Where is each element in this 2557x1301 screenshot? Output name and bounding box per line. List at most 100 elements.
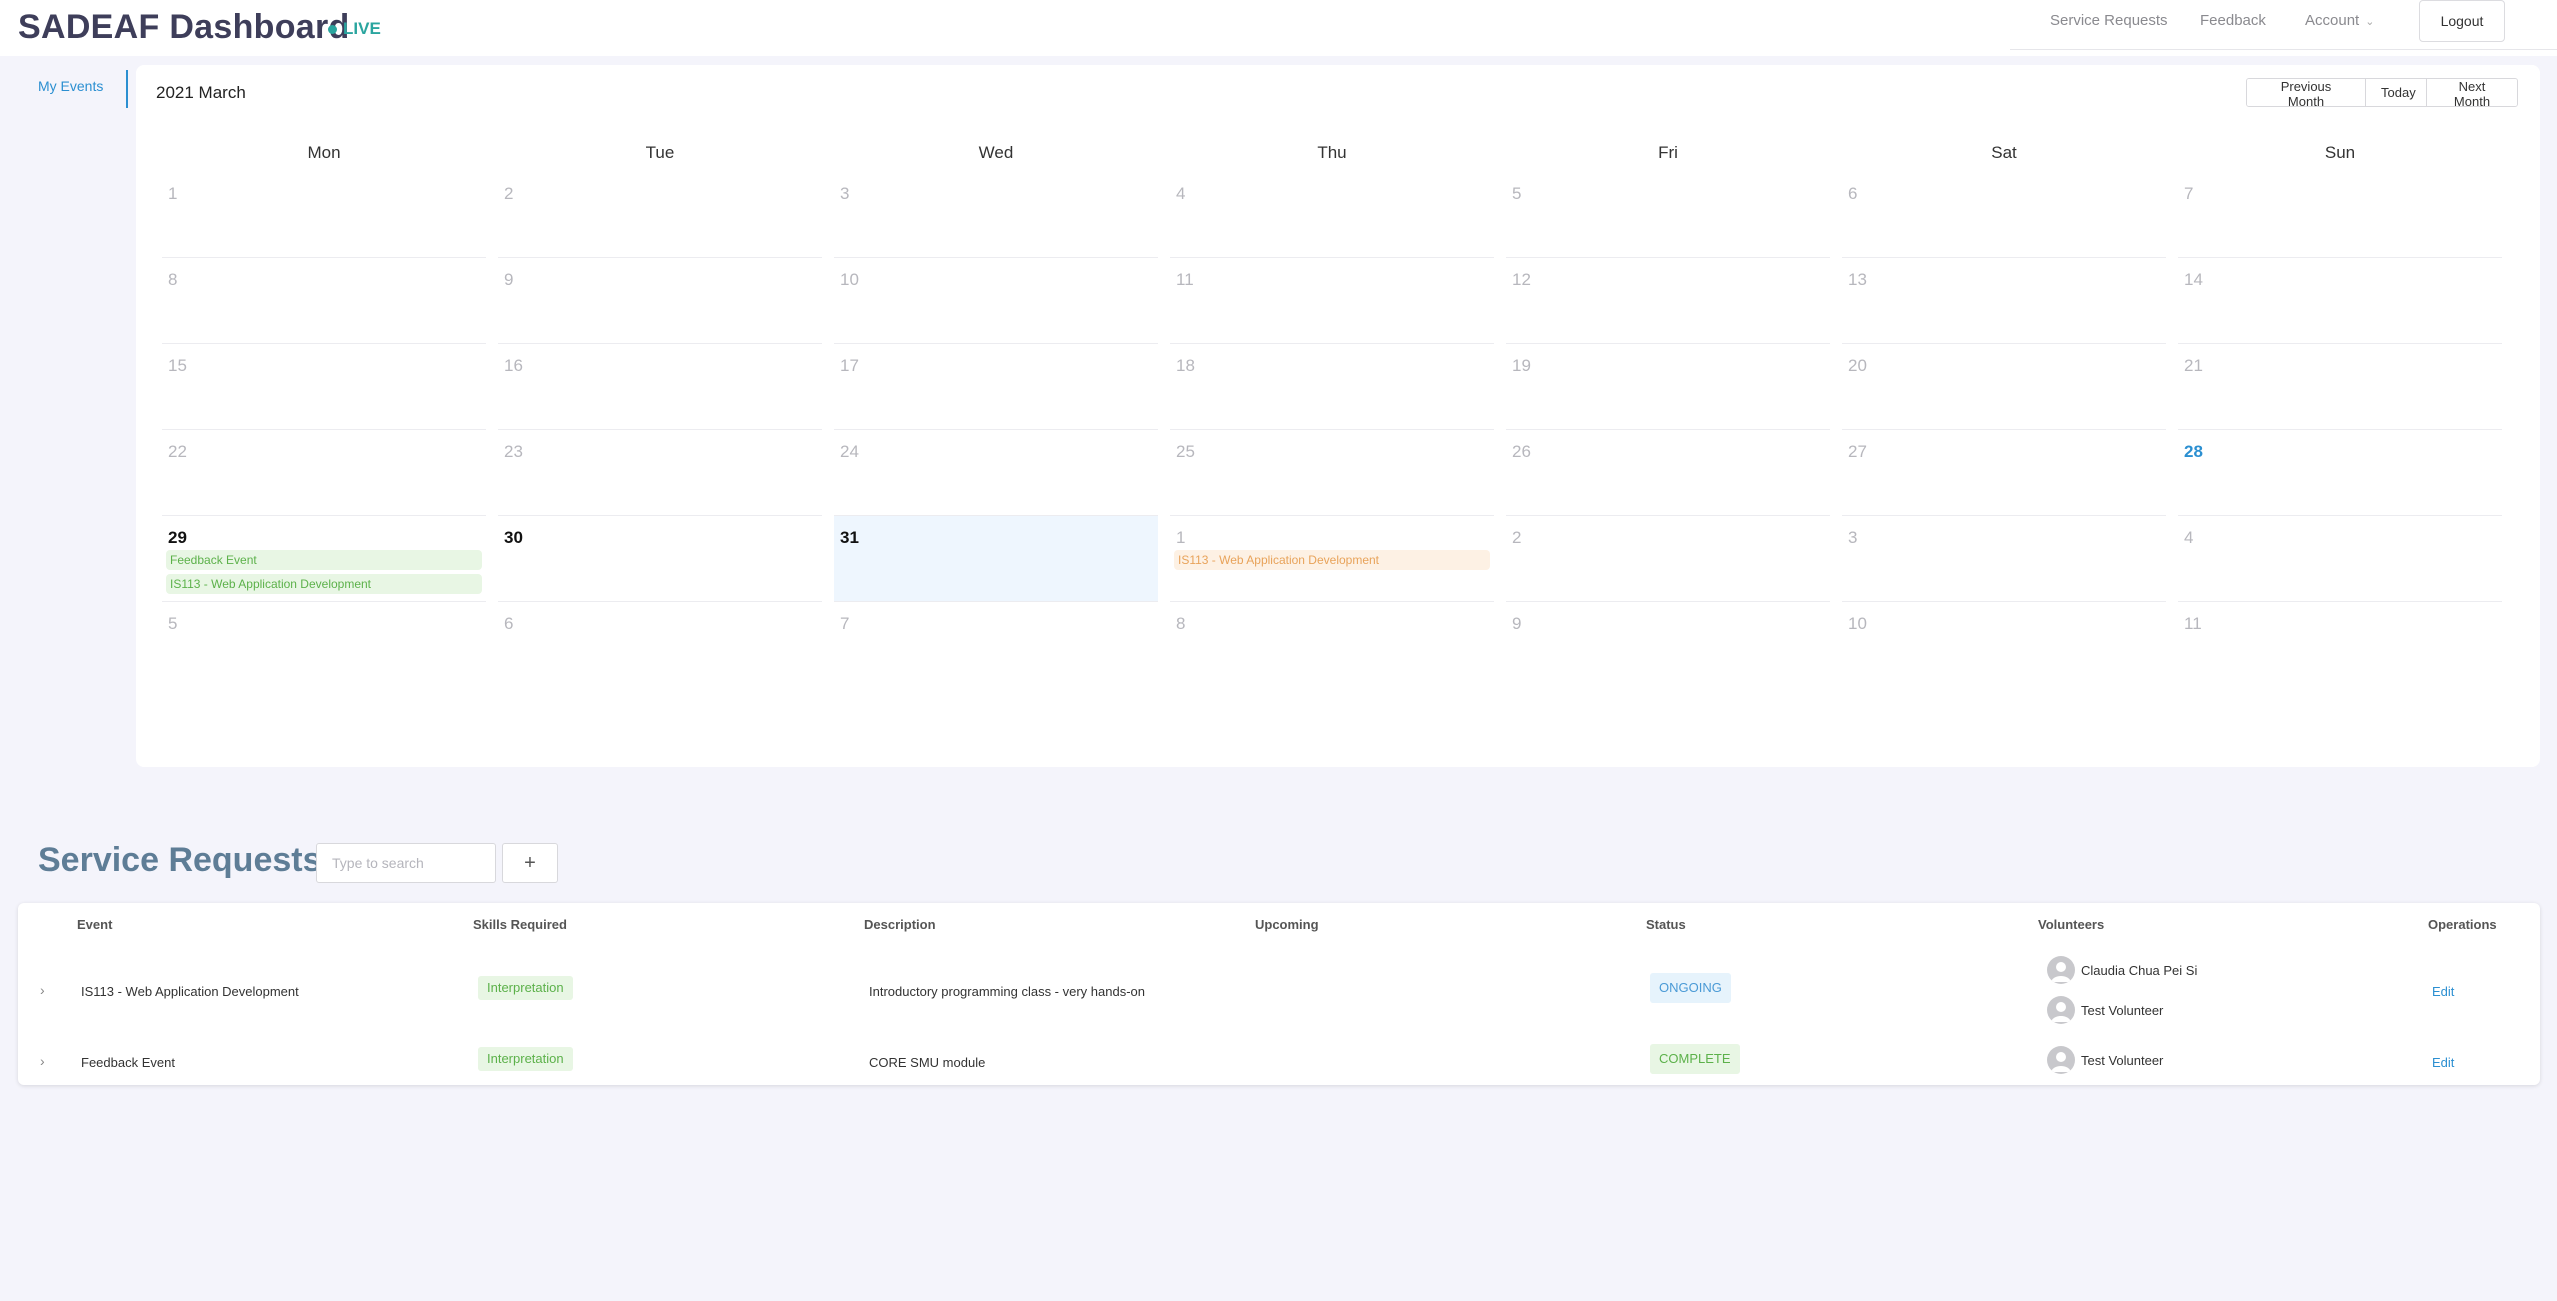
day-number: 5: [168, 614, 178, 633]
chevron-right-icon[interactable]: ›: [40, 982, 45, 998]
calendar-day-cell-today[interactable]: 28: [2172, 430, 2508, 516]
edit-link[interactable]: Edit: [2432, 1055, 2454, 1070]
weekday-thu: Thu: [1317, 143, 1347, 162]
calendar-day-cell[interactable]: 26: [1500, 430, 1836, 516]
nav-account[interactable]: Account ⌄: [2305, 12, 2374, 29]
logout-button[interactable]: Logout: [2419, 0, 2505, 42]
calendar-event[interactable]: IS113 - Web Application Development: [1174, 550, 1490, 570]
weekday-mon: Mon: [307, 143, 341, 162]
calendar-day-cell[interactable]: 3: [1836, 516, 2172, 602]
status-badge: ONGOING: [1650, 973, 1731, 1003]
calendar-day-cell[interactable]: 8: [156, 258, 492, 344]
calendar-day-cell[interactable]: 12: [1500, 258, 1836, 344]
chevron-right-icon[interactable]: ›: [40, 1053, 45, 1069]
nav-service-requests[interactable]: Service Requests: [2050, 12, 2168, 29]
volunteer-name: Test Volunteer: [2081, 1052, 2164, 1068]
calendar-title: 2021 March: [156, 83, 246, 102]
day-number: 31: [840, 528, 859, 547]
calendar-day-cell[interactable]: 22: [156, 430, 492, 516]
calendar-day-cell[interactable]: 1 IS113 - Web Application Development: [1164, 516, 1500, 602]
calendar-day-cell[interactable]: 27: [1836, 430, 2172, 516]
calendar-day-cell[interactable]: 11: [2172, 602, 2508, 688]
calendar-day-cell[interactable]: 5: [156, 602, 492, 688]
day-number: 4: [1176, 184, 1186, 203]
calendar-day-cell[interactable]: 3: [828, 172, 1164, 258]
calendar-day-cell[interactable]: 30: [492, 516, 828, 602]
calendar-day-cell[interactable]: 4: [1164, 172, 1500, 258]
column-header-operations: Operations: [2428, 917, 2497, 932]
calendar-day-cell[interactable]: 20: [1836, 344, 2172, 430]
row-event-name: IS113 - Web Application Development: [81, 984, 299, 999]
calendar-day-cell[interactable]: 21: [2172, 344, 2508, 430]
calendar-day-cell[interactable]: 5: [1500, 172, 1836, 258]
status-badge: COMPLETE: [1650, 1044, 1740, 1074]
day-number: 8: [168, 270, 178, 289]
calendar-week: 15 16 17 18 19 20 21: [156, 344, 2509, 430]
volunteer-entry: Test Volunteer: [2047, 1046, 2163, 1074]
calendar-day-cell[interactable]: 17: [828, 344, 1164, 430]
calendar-day-cell[interactable]: 11: [1164, 258, 1500, 344]
calendar-day-cell[interactable]: 2: [1500, 516, 1836, 602]
calendar-day-cell[interactable]: 7: [828, 602, 1164, 688]
day-number: 1: [168, 184, 178, 203]
tab-my-events[interactable]: My Events: [24, 70, 128, 108]
calendar-day-cell[interactable]: 7: [2172, 172, 2508, 258]
day-number: 7: [840, 614, 850, 633]
day-number: 20: [1848, 356, 1867, 375]
day-number: 15: [168, 356, 187, 375]
calendar-event[interactable]: Feedback Event: [166, 550, 482, 570]
previous-month-button[interactable]: Previous Month: [2247, 79, 2366, 106]
next-month-button[interactable]: Next Month: [2427, 79, 2517, 106]
skill-tag: Interpretation: [478, 1047, 573, 1071]
weekday-sat: Sat: [1991, 143, 2017, 162]
today-button[interactable]: Today: [2366, 79, 2427, 106]
calendar-day-cell[interactable]: 8: [1164, 602, 1500, 688]
calendar-day-cell[interactable]: 24: [828, 430, 1164, 516]
calendar-day-cell[interactable]: 6: [492, 602, 828, 688]
nav-feedback[interactable]: Feedback: [2200, 12, 2266, 29]
calendar-day-cell-selected[interactable]: 31: [828, 516, 1164, 602]
row-event-name: Feedback Event: [81, 1055, 175, 1070]
calendar-day-cell[interactable]: 13: [1836, 258, 2172, 344]
calendar-day-cell[interactable]: 15: [156, 344, 492, 430]
volunteer-name: Test Volunteer: [2081, 1002, 2164, 1018]
calendar-day-cell[interactable]: 9: [492, 258, 828, 344]
calendar-day-cell[interactable]: 29 Feedback Event IS113 - Web Applicatio…: [156, 516, 492, 602]
day-number: 12: [1512, 270, 1531, 289]
calendar-day-cell[interactable]: 2: [492, 172, 828, 258]
calendar-day-cell[interactable]: 9: [1500, 602, 1836, 688]
chevron-down-icon: ⌄: [2365, 16, 2375, 28]
calendar-day-cell[interactable]: 1: [156, 172, 492, 258]
edit-link[interactable]: Edit: [2432, 984, 2454, 999]
day-number: 10: [1848, 614, 1867, 633]
calendar-day-cell[interactable]: 10: [1836, 602, 2172, 688]
avatar: [2047, 996, 2075, 1024]
day-number: 3: [1848, 528, 1858, 547]
calendar-grid: 1 2 3 4 5 6 7 8 9 10 11 12 13 14 15 16 1…: [156, 172, 2509, 688]
column-header-description: Description: [864, 917, 936, 932]
calendar-event[interactable]: IS113 - Web Application Development: [166, 574, 482, 594]
weekday-tue: Tue: [645, 143, 675, 162]
calendar-day-cell[interactable]: 25: [1164, 430, 1500, 516]
service-requests-table: Event Skills Required Description Upcomi…: [18, 903, 2540, 1085]
day-number: 1: [1176, 528, 1186, 547]
add-request-button[interactable]: +: [502, 843, 558, 883]
calendar-day-cell[interactable]: 18: [1164, 344, 1500, 430]
row-description: Introductory programming class - very ha…: [869, 984, 1146, 999]
calendar-day-cell[interactable]: 16: [492, 344, 828, 430]
calendar-day-cell[interactable]: 10: [828, 258, 1164, 344]
calendar-week: 1 2 3 4 5 6 7: [156, 172, 2509, 258]
calendar-day-cell[interactable]: 6: [1836, 172, 2172, 258]
day-number: 7: [2184, 184, 2194, 203]
search-input[interactable]: [316, 843, 496, 883]
day-number: 11: [1176, 270, 1194, 289]
calendar-card: 2021 March Previous Month Today Next Mon…: [136, 65, 2540, 767]
calendar-day-cell[interactable]: 19: [1500, 344, 1836, 430]
calendar-day-cell[interactable]: 23: [492, 430, 828, 516]
calendar-day-cell[interactable]: 4: [2172, 516, 2508, 602]
day-number: 6: [1848, 184, 1858, 203]
calendar-day-cell[interactable]: 14: [2172, 258, 2508, 344]
calendar-week: 29 Feedback Event IS113 - Web Applicatio…: [156, 516, 2509, 602]
weekday-sun: Sun: [2324, 143, 2356, 162]
day-number: 27: [1848, 442, 1867, 461]
